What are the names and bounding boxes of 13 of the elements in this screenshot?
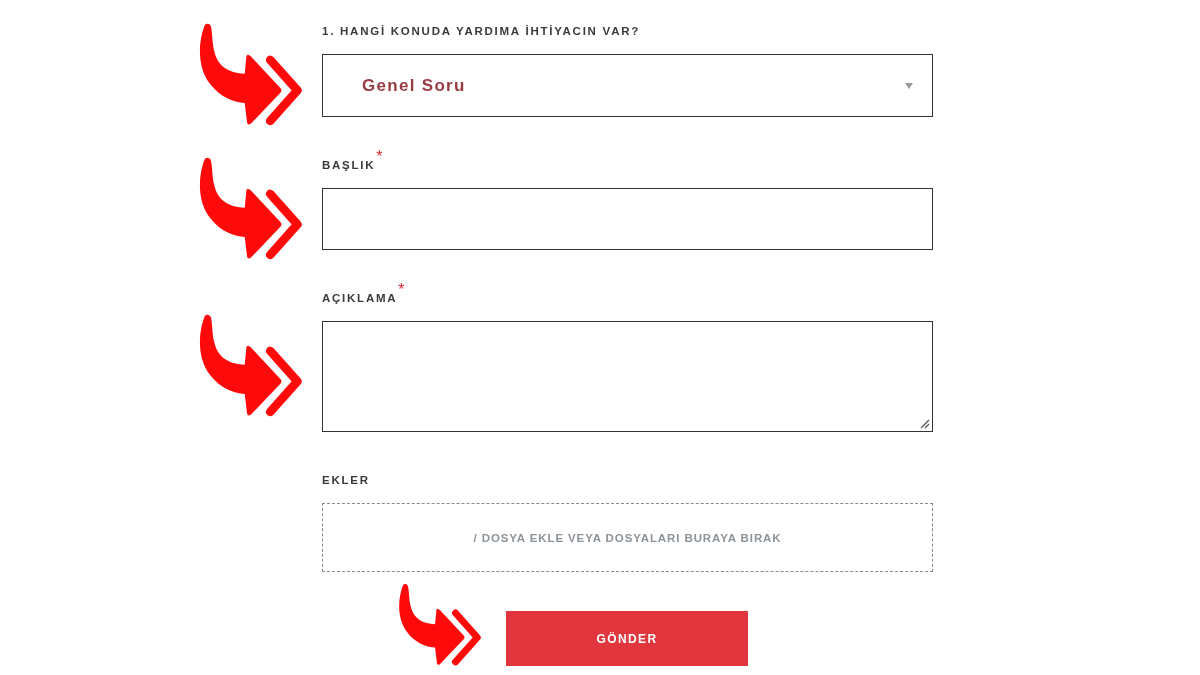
caret-icon	[905, 82, 913, 89]
required-asterisk: *	[398, 284, 405, 296]
field-label: BAŞLIK	[322, 158, 376, 173]
field-label: EKLER	[322, 473, 370, 488]
dropdown-select[interactable]: Genel Soru	[322, 54, 933, 117]
required-asterisk: *	[376, 151, 383, 163]
submit-button[interactable]: GÖNDER	[506, 611, 748, 666]
textarea-field[interactable]	[322, 321, 933, 432]
file-drop-zone[interactable]: / DOSYA EKLE VEYA DOSYALARI BURAYA BIRAK	[322, 503, 933, 572]
text-input-field[interactable]	[322, 188, 933, 250]
field-label: AÇIKLAMA	[322, 291, 398, 306]
resize-grip-icon[interactable]	[920, 419, 930, 429]
field-label: 1. HANGİ KONUDA YARDIMA İHTİYACIN VAR?	[322, 24, 641, 39]
